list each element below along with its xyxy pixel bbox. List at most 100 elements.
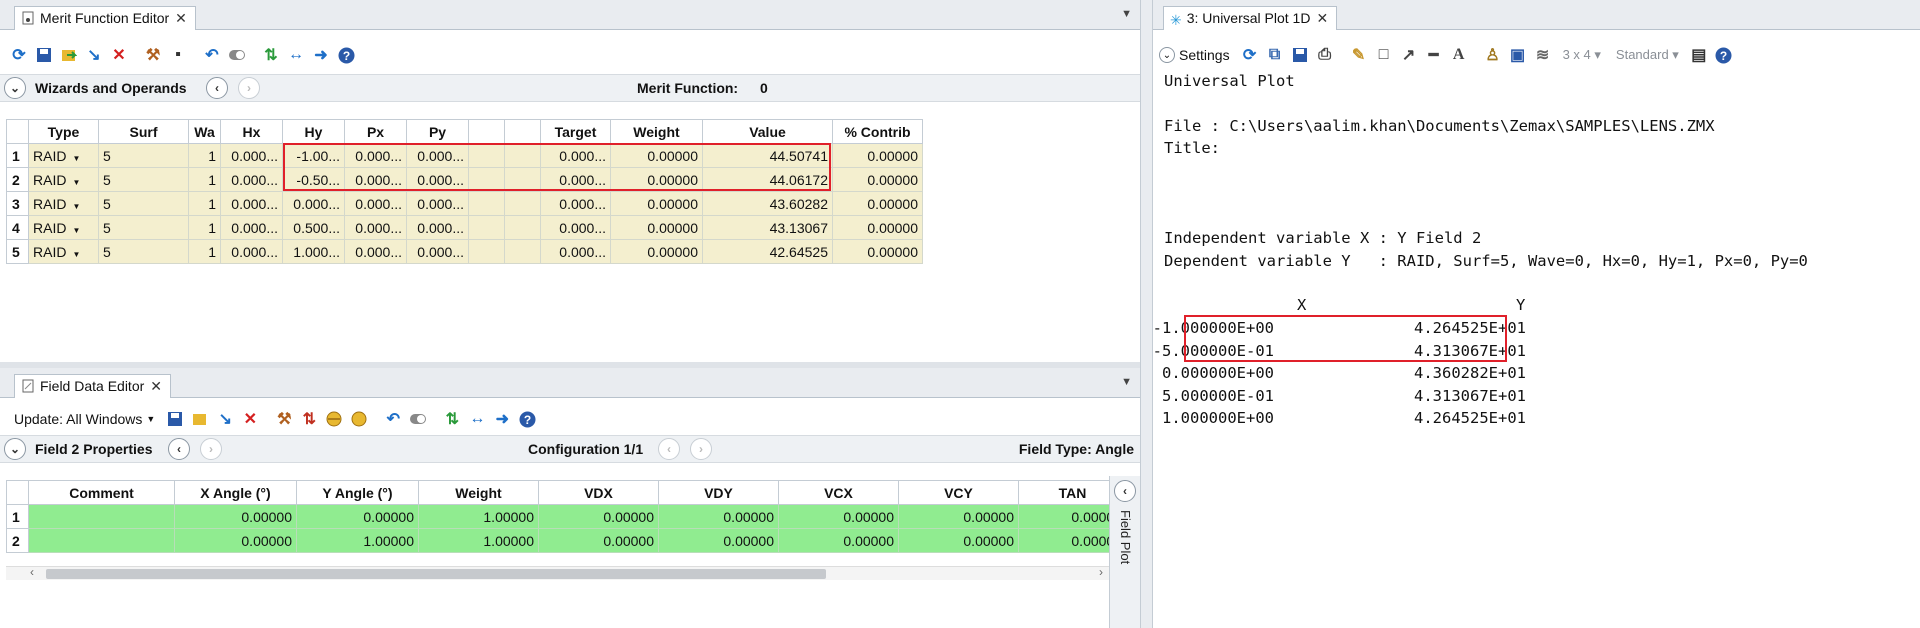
rectangle-icon[interactable]: □ [1373,44,1395,66]
horizontal-scrollbar[interactable]: ‹ › [6,565,1109,580]
refresh-icon[interactable]: ⟳ [1239,44,1261,66]
comment-cell[interactable] [28,504,175,529]
type-cell[interactable]: RAID ▼ [28,239,99,264]
hy-cell[interactable]: 1.000... [282,239,345,264]
py-cell[interactable]: 0.000... [406,191,469,216]
column-header[interactable]: Hy [282,119,345,144]
collapse-icon[interactable]: ↔ [466,408,488,430]
contrib-cell[interactable]: 0.00000 [832,215,923,240]
save-icon[interactable] [1289,44,1311,66]
surf-cell[interactable]: 5 [98,239,189,264]
value-cell[interactable]: 43.13067 [702,215,833,240]
hx-cell[interactable]: 0.000... [220,239,283,264]
type-cell[interactable]: RAID ▼ [28,191,99,216]
table-row[interactable]: 5 RAID ▼ 5 1 0.000... 1.000... 0.000... 0.000...… [6,239,923,264]
xangle-cell[interactable]: 0.00000 [174,504,297,529]
px-cell[interactable]: 0.000... [344,239,407,264]
wave-cell[interactable]: 1 [188,167,221,192]
scrollbar-thumb[interactable] [46,569,826,579]
delete-icon[interactable]: ✕ [239,408,261,430]
wizards-label[interactable]: Wizards and Operands [35,80,187,96]
wizard-icon[interactable]: ⚒ [142,44,164,66]
load-icon[interactable] [189,408,211,430]
column-header[interactable]: Hx [220,119,283,144]
px-cell[interactable]: 0.000... [344,191,407,216]
row-number[interactable]: 5 [6,239,29,264]
contrib-cell[interactable]: 0.00000 [832,191,923,216]
chevron-left-icon[interactable]: ‹ [658,438,680,460]
vcy-cell[interactable]: 0.00000 [898,528,1019,553]
empty-cell[interactable] [504,215,541,240]
dropdown-arrow-icon[interactable]: ▼ [72,250,80,259]
print-icon[interactable]: ⎙ [1314,44,1336,66]
load-icon[interactable] [58,44,80,66]
weight-cell[interactable]: 0.00000 [610,239,703,264]
hy-cell[interactable]: 0.000... [282,191,345,216]
row-number[interactable]: 3 [6,191,29,216]
close-icon[interactable]: ✕ [150,378,162,394]
wave-cell[interactable]: 1 [188,191,221,216]
px-cell[interactable]: 0.000... [344,215,407,240]
style-dropdown[interactable]: Standard ▾ [1610,47,1685,63]
help-icon[interactable]: ? [516,408,538,430]
toggle-icon[interactable] [407,408,429,430]
column-header[interactable]: Px [344,119,407,144]
hx-cell[interactable]: 0.000... [220,167,283,192]
contrib-cell[interactable]: 0.00000 [832,143,923,168]
layout-dropdown[interactable]: 3 x 4 ▾ [1557,47,1607,63]
sync-icon[interactable]: ⇅ [260,44,282,66]
insert-icon[interactable]: ↘ [83,44,105,66]
vcx-cell[interactable]: 0.00000 [778,528,899,553]
pane-menu-icon[interactable]: ▼ [1121,8,1132,20]
tan-cell[interactable]: 0.00000 [1018,528,1109,553]
block-icon[interactable]: ▪ [167,44,189,66]
yangle-cell[interactable]: 0.00000 [296,504,419,529]
row-number[interactable]: 4 [6,215,29,240]
column-header[interactable]: TAN [1018,480,1109,505]
vcy-cell[interactable]: 0.00000 [898,504,1019,529]
column-header[interactable]: Surf [98,119,189,144]
dropdown-arrow-icon[interactable]: ▼ [72,202,80,211]
vdx-cell[interactable]: 0.00000 [538,528,659,553]
column-header[interactable]: Comment [28,480,175,505]
empty-cell[interactable] [468,239,505,264]
contrib-cell[interactable]: 0.00000 [832,167,923,192]
column-header[interactable]: Py [406,119,469,144]
save-icon[interactable] [164,408,186,430]
chevron-left-icon[interactable]: ‹ [1114,480,1136,502]
dropdown-arrow-icon[interactable]: ▼ [72,154,80,163]
column-header[interactable]: Weight [610,119,703,144]
weight-cell[interactable]: 1.00000 [418,504,539,529]
tab-merit-function-editor[interactable]: Merit Function Editor ✕ [14,6,196,30]
yangle-cell[interactable]: 1.00000 [296,528,419,553]
clear-vignetting-icon[interactable] [348,408,370,430]
tab-universal-plot[interactable]: ✳ 3: Universal Plot 1D ✕ [1163,6,1338,30]
hy-cell[interactable]: 0.500... [282,215,345,240]
scroll-left-icon[interactable]: ‹ [30,565,34,579]
vignetting-icon[interactable] [323,408,345,430]
wave-cell[interactable]: 1 [188,143,221,168]
wave-cell[interactable]: 1 [188,215,221,240]
type-cell[interactable]: RAID ▼ [28,167,99,192]
comment-cell[interactable] [28,528,175,553]
column-header[interactable]: VDX [538,480,659,505]
target-cell[interactable]: 0.000... [540,215,611,240]
update-dropdown[interactable]: Update: All Windows ▼ [8,411,161,427]
wizard-icon[interactable]: ⚒ [273,408,295,430]
help-icon[interactable]: ? [1713,44,1735,66]
table-row[interactable]: 4 RAID ▼ 5 1 0.000... 0.500... 0.000... 0.000...… [6,215,923,240]
pane-menu-icon[interactable]: ▼ [1121,376,1132,388]
settings-button[interactable]: ⌄ Settings [1157,47,1236,63]
close-icon[interactable]: ✕ [1316,10,1328,26]
hx-cell[interactable]: 0.000... [220,143,283,168]
scroll-right-icon[interactable]: › [1099,565,1103,579]
vcx-cell[interactable]: 0.00000 [778,504,899,529]
chevron-right-icon[interactable]: › [238,77,260,99]
row-number[interactable]: 2 [6,528,29,553]
insert-icon[interactable]: ↘ [214,408,236,430]
column-header[interactable]: X Angle (°) [174,480,297,505]
column-header[interactable]: VCY [898,480,1019,505]
weight-cell[interactable]: 1.00000 [418,528,539,553]
column-header[interactable]: VCX [778,480,899,505]
lock-icon[interactable]: ♙ [1482,44,1504,66]
